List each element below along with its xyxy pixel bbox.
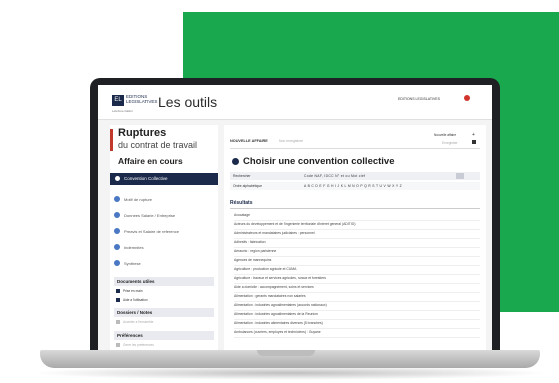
dossiers-title: Dossiers / Notes [114, 308, 214, 317]
alphabet-row: Ordre alphabétique A B C D E F G H I J K… [230, 182, 480, 190]
section-icon [232, 158, 239, 165]
page-title: Choisir une convention collective [243, 156, 395, 167]
sidebar-item-label: Donnees Salarie / Entreprise [124, 213, 176, 218]
sidebar-section-title: Affaire en cours [118, 156, 183, 166]
case-hint: Non enregistree [279, 139, 304, 143]
divider [230, 148, 480, 149]
sidebar-item-convention-collective[interactable]: Convention Collective [110, 173, 218, 185]
step-icon [114, 244, 120, 250]
search-input[interactable]: Code NAF, IDCC N° et ou Mot clef [304, 174, 365, 178]
alphabet-label: Ordre alphabétique [233, 184, 263, 188]
sidebar-accent [110, 129, 113, 151]
sidebar: Ruptures du contrat de travail Affaire e… [110, 125, 218, 350]
search-label: Rechercher [233, 174, 251, 178]
dossiers-link-label: Acceder a l'ensemble [123, 320, 154, 324]
sidebar-item-label: Indemnites [124, 245, 144, 250]
results-divider [230, 208, 480, 209]
sidebar-item-label: Motif de rupture [124, 197, 153, 202]
alphabet-links[interactable]: A B C D E F G H I J K L M N O P Q R S T … [304, 184, 402, 188]
step-icon [114, 196, 120, 202]
sidebar-subtitle: du contrat de travail [118, 140, 198, 150]
sidebar-item-label: Synthese [124, 261, 141, 266]
preferences-link[interactable]: Gerer les preferences [116, 342, 206, 349]
doc-link-label: Aide a l'utilisation [123, 298, 148, 302]
preferences-title: Préférences [114, 331, 214, 340]
documents-title: Documents utiles [114, 277, 214, 286]
laptop-shadow [30, 366, 550, 380]
preferences-link-label: Gerer les preferences [123, 343, 154, 347]
top-link[interactable]: EDITIONS LEGISLATIVES [398, 97, 440, 101]
doc-link-prise-en-main[interactable]: Prise en main [116, 288, 206, 295]
arrow-icon [116, 343, 120, 347]
app-title: Les outils [158, 94, 218, 110]
case-label: NOUVELLE AFFAIRE [230, 139, 268, 143]
sidebar-item-label: Convention Collective [124, 176, 168, 181]
top-bar: EL EDITIONS LEGISLATIVES Lefebvre Dalloz… [98, 85, 492, 120]
logo-name: EDITIONS LEGISLATIVES [126, 94, 158, 104]
sidebar-item-synthese[interactable]: Synthese [114, 259, 218, 269]
step-icon [114, 212, 120, 218]
step-icon [114, 228, 120, 234]
sidebar-title: Ruptures [118, 127, 167, 139]
plus-icon[interactable]: + [472, 132, 475, 138]
laptop-notch [257, 350, 315, 356]
new-case-link[interactable]: Nouvelle affaire [434, 133, 456, 137]
doc-link-aide[interactable]: Aide a l'utilisation [116, 297, 206, 304]
sidebar-item-motif[interactable]: Motif de rupture [114, 195, 218, 205]
sidebar-item-label: Preavis et Salaire de reference [124, 229, 179, 234]
account-icon[interactable] [464, 95, 470, 101]
logo-mark: EL [112, 95, 124, 106]
laptop-screen: EL EDITIONS LEGISLATIVES Lefebvre Dalloz… [98, 85, 492, 350]
results-title: Résultats [230, 200, 253, 206]
save-link[interactable]: Enregistrer [442, 141, 458, 145]
list-item[interactable]: Ambulances (ouvriers, employes et techni… [234, 328, 480, 338]
sidebar-item-preavis[interactable]: Preavis et Salaire de reference [114, 227, 218, 237]
document-icon [116, 298, 120, 302]
search-button[interactable] [456, 173, 464, 179]
save-icon[interactable] [472, 140, 476, 144]
step-icon [114, 260, 120, 266]
dossiers-link[interactable]: Acceder a l'ensemble [116, 319, 206, 326]
sidebar-item-indemnites[interactable]: Indemnites [114, 243, 218, 253]
doc-link-label: Prise en main [123, 289, 143, 293]
logo-tagline: Lefebvre Dalloz [112, 109, 133, 113]
search-row: Rechercher Code NAF, IDCC N° et ou Mot c… [230, 172, 480, 180]
document-icon [116, 289, 120, 293]
sidebar-item-donnees[interactable]: Donnees Salarie / Entreprise [114, 211, 218, 221]
step-icon [115, 176, 120, 181]
arrow-icon [116, 320, 120, 324]
main-panel: NOUVELLE AFFAIRE Non enregistree Nouvell… [224, 125, 486, 350]
